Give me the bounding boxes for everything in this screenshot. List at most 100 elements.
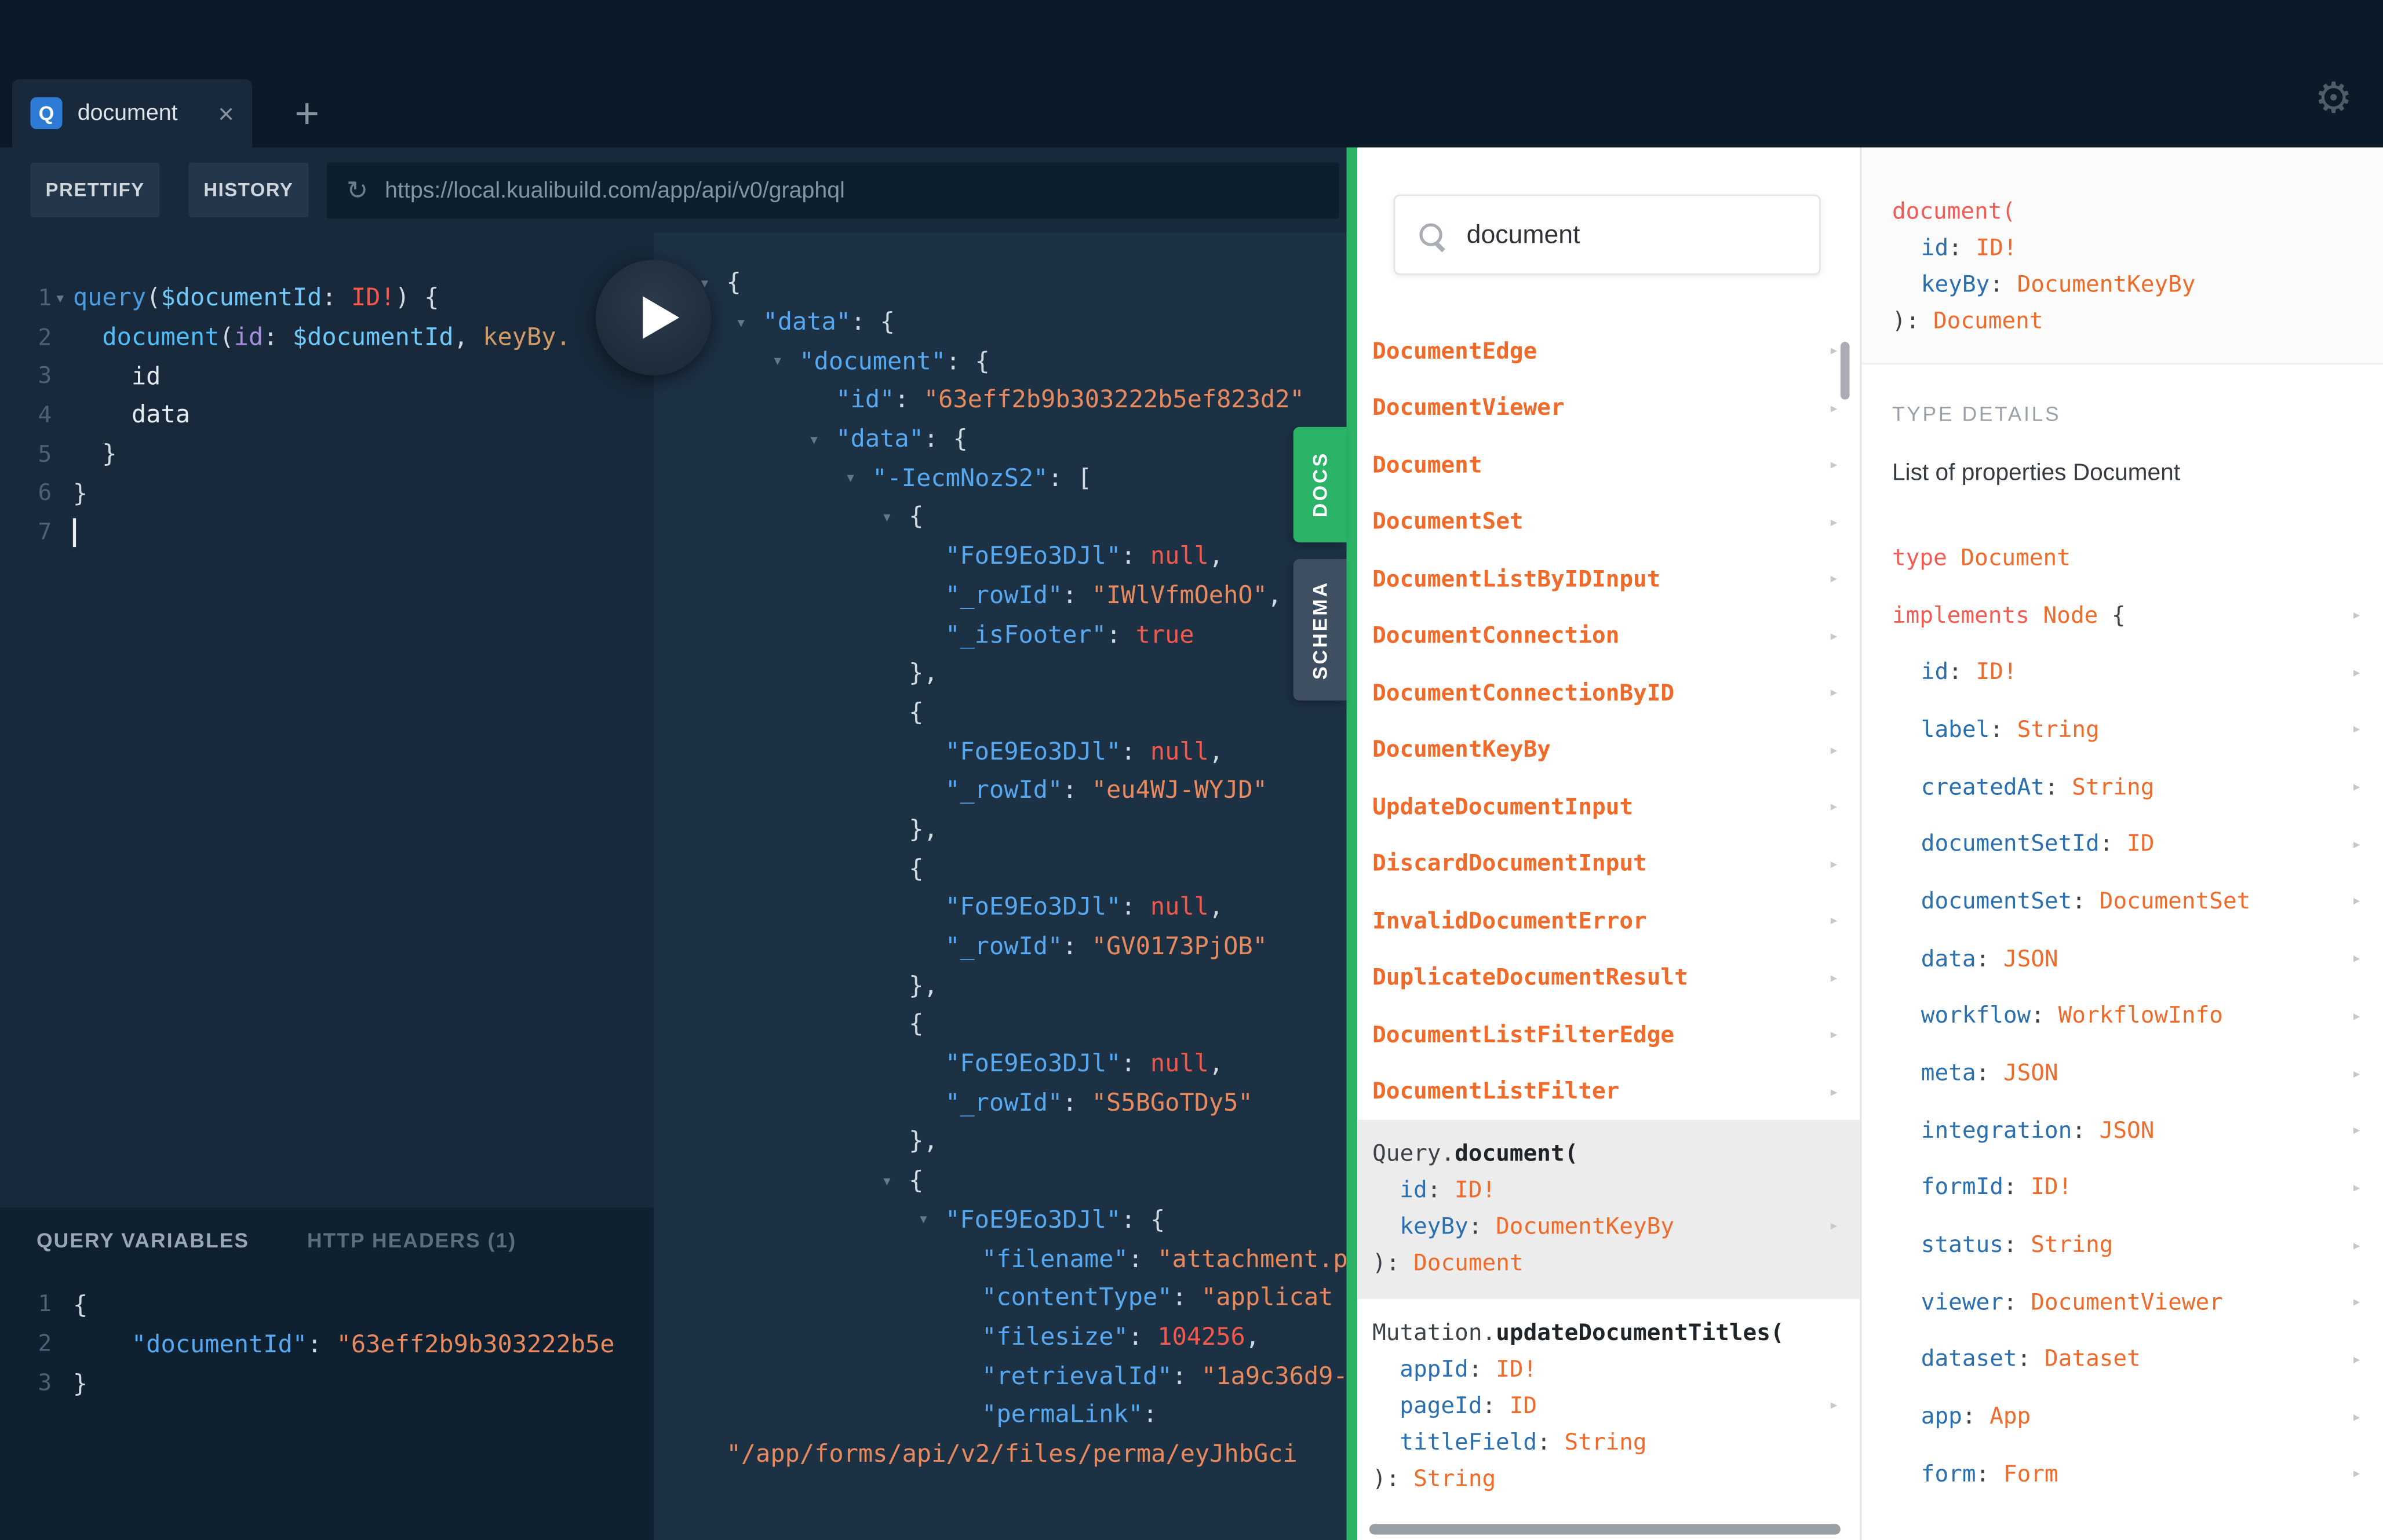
docs-list-item[interactable]: DuplicateDocumentResult ▸	[1357, 949, 1860, 1006]
docs-list-item[interactable]: DocumentViewer ▸	[1357, 379, 1860, 436]
docs-list-item[interactable]: DocumentListFilterEdge ▸	[1357, 1006, 1860, 1063]
type-declaration[interactable]: type Document	[1862, 529, 2383, 586]
history-button[interactable]: HISTORY	[188, 162, 309, 218]
code-line[interactable]: 6}	[0, 473, 654, 512]
chevron-right-icon: ▸	[1828, 683, 1839, 703]
result-line: "permaLink":	[654, 1395, 1347, 1433]
docs-list-item[interactable]: DocumentConnection ▸	[1357, 607, 1860, 664]
signature-line: keyBy: DocumentKeyBy	[1892, 266, 2353, 302]
doc-token: WorkflowInfo	[2058, 1002, 2223, 1030]
fold-arrow-icon[interactable]: ▾	[54, 287, 65, 308]
code-line[interactable]: 7	[0, 512, 654, 551]
docs-entry[interactable]: Mutation. updateDocumentTitles(appId: ID!…	[1357, 1299, 1860, 1515]
fold-arrow-icon[interactable]: ▾	[735, 311, 746, 332]
type-name: DocumentEdge	[1372, 337, 1537, 364]
doc-token: Dataset	[2044, 1345, 2141, 1373]
code-line[interactable]: 2 "documentId": "63eff2b9b303222b5e	[0, 1323, 654, 1363]
implements-node-row[interactable]: implements Node {▸	[1862, 586, 2383, 643]
field-row[interactable]: documentSetId: ID ▸	[1862, 815, 2383, 873]
code-line[interactable]: 2 document(id: $documentId, keyBy.	[0, 317, 654, 356]
field-row[interactable]: status: String ▸	[1862, 1216, 2383, 1273]
chevron-right-icon: ▸	[1828, 1395, 1839, 1415]
doc-token: :	[1468, 1212, 1496, 1240]
close-tab-icon[interactable]: ×	[218, 100, 234, 127]
fold-arrow-icon[interactable]: ▾	[808, 428, 819, 449]
field-row[interactable]: id: ID! ▸	[1862, 643, 2383, 700]
docs-list-item[interactable]: DocumentConnectionByID ▸	[1357, 664, 1860, 721]
field-row[interactable]: workflow: WorkflowInfo ▸	[1862, 987, 2383, 1044]
field-row[interactable]: documentSet: DocumentSet ▸	[1862, 873, 2383, 930]
fold-arrow-icon[interactable]: ▾	[845, 467, 856, 488]
json-token: true	[1135, 619, 1194, 648]
field-row[interactable]: meta: JSON ▸	[1862, 1044, 2383, 1101]
doc-token: String	[1564, 1428, 1647, 1456]
docs-list-item[interactable]: UpdateDocumentInput ▸	[1357, 778, 1860, 835]
execute-query-button[interactable]	[596, 260, 712, 375]
docs-list-item[interactable]: DocumentListByIDInput ▸	[1357, 550, 1860, 607]
chevron-right-icon: ▸	[1828, 397, 1839, 418]
code-token: ) {	[395, 283, 439, 312]
type-name: DiscardDocumentInput	[1372, 849, 1647, 877]
doc-token: Document	[1933, 306, 2043, 334]
doc-token: app	[1921, 1402, 1962, 1430]
field-row[interactable]: createdAt: String ▸	[1862, 758, 2383, 815]
field-row[interactable]: app: App ▸	[1862, 1388, 2383, 1445]
fold-arrow-icon[interactable]: ▾	[918, 1209, 929, 1230]
endpoint-url-bar[interactable]: ↻ https://local.kualibuild.com/app/api/v…	[326, 162, 1339, 219]
entry-line: appId: ID!	[1372, 1351, 1839, 1387]
docs-search-box[interactable]	[1393, 194, 1821, 275]
docs-list-item[interactable]: Document ▸	[1357, 436, 1860, 493]
docs-list-item[interactable]: DocumentKeyBy ▸	[1357, 721, 1860, 778]
field-row[interactable]: data: JSON ▸	[1862, 929, 2383, 987]
json-token: "FoE9Eo3DJl"	[945, 1048, 1121, 1078]
tab-http-headers[interactable]: HTTP HEADERS (1)	[307, 1228, 516, 1251]
field-row[interactable]: formId: ID! ▸	[1862, 1159, 2383, 1216]
json-token: "_isFooter"	[945, 619, 1107, 648]
docs-entry[interactable]: Query. document(id: ID! keyBy: DocumentKey…	[1357, 1119, 1860, 1300]
schema-sidebar-tab[interactable]: SCHEMA	[1293, 559, 1347, 700]
tab-query-variables[interactable]: QUERY VARIABLES	[37, 1228, 249, 1251]
tab-document[interactable]: Q document ×	[12, 79, 253, 148]
search-icon	[1418, 221, 1445, 249]
code-line[interactable]: 1{	[0, 1284, 654, 1323]
docs-search-input[interactable]	[1466, 219, 1797, 250]
field-row[interactable]: form: Form ▸	[1862, 1445, 2383, 1502]
field-row[interactable]: integration: JSON ▸	[1862, 1101, 2383, 1159]
docs-sidebar-tab[interactable]: DOCS	[1293, 426, 1347, 543]
code-line[interactable]: 3}	[0, 1363, 654, 1402]
json-token: "document"	[799, 346, 946, 375]
code-line[interactable]: 4 data	[0, 395, 654, 434]
variables-editor[interactable]: 1{2 "documentId": "63eff2b9b303222b5e 3}	[0, 1284, 654, 1403]
fold-arrow-icon[interactable]: ▾	[772, 350, 783, 371]
field-row[interactable]: dataset: Dataset ▸	[1862, 1330, 2383, 1388]
code-text: "documentId": "63eff2b9b303222b5e	[73, 1329, 615, 1357]
docs-list-item[interactable]: InvalidDocumentError ▸	[1357, 892, 1860, 948]
doc-token: ):	[1892, 306, 1934, 334]
docs-vertical-scrollbar[interactable]	[1840, 342, 1850, 400]
docs-list-item[interactable]: DiscardDocumentInput ▸	[1357, 835, 1860, 892]
query-editor-pane[interactable]: 1 ▾ query($documentId: ID!) {2 document(id…	[0, 232, 654, 1208]
doc-token: String	[2072, 772, 2155, 800]
docs-horizontal-scrollbar[interactable]	[1369, 1524, 1841, 1535]
json-token: {	[909, 853, 924, 882]
prettify-button[interactable]: PRETTIFY	[30, 162, 160, 218]
docs-panel-divider[interactable]	[1346, 147, 1357, 1540]
fold-arrow-icon[interactable]: ▾	[881, 1169, 892, 1191]
chevron-right-icon: ▸	[1828, 1215, 1839, 1236]
docs-list-item[interactable]: DocumentSet ▸	[1357, 493, 1860, 550]
reload-icon[interactable]: ↻	[347, 176, 368, 206]
docs-list-item[interactable]: DocumentListFilter ▸	[1357, 1063, 1860, 1119]
fold-arrow-icon[interactable]: ▾	[881, 506, 892, 527]
code-line[interactable]: 5 }	[0, 434, 654, 473]
field-row[interactable]: viewer: DocumentViewer ▸	[1862, 1273, 2383, 1330]
type-name: DocumentListFilter	[1372, 1077, 1620, 1105]
code-line[interactable]: 1 ▾ query($documentId: ID!) {	[0, 278, 654, 317]
settings-gear-icon[interactable]: ⚙	[2315, 73, 2353, 123]
field-row[interactable]: label: String ▸	[1862, 700, 2383, 758]
new-tab-button[interactable]: +	[275, 79, 339, 147]
code-line[interactable]: 3 id	[0, 356, 654, 395]
result-line: "_rowId": "IWlVfmOehO",	[654, 575, 1347, 614]
json-token: null	[1150, 1048, 1209, 1078]
doc-token: ID!	[1455, 1176, 1496, 1203]
docs-list-item[interactable]: DocumentEdge ▸	[1357, 322, 1860, 379]
